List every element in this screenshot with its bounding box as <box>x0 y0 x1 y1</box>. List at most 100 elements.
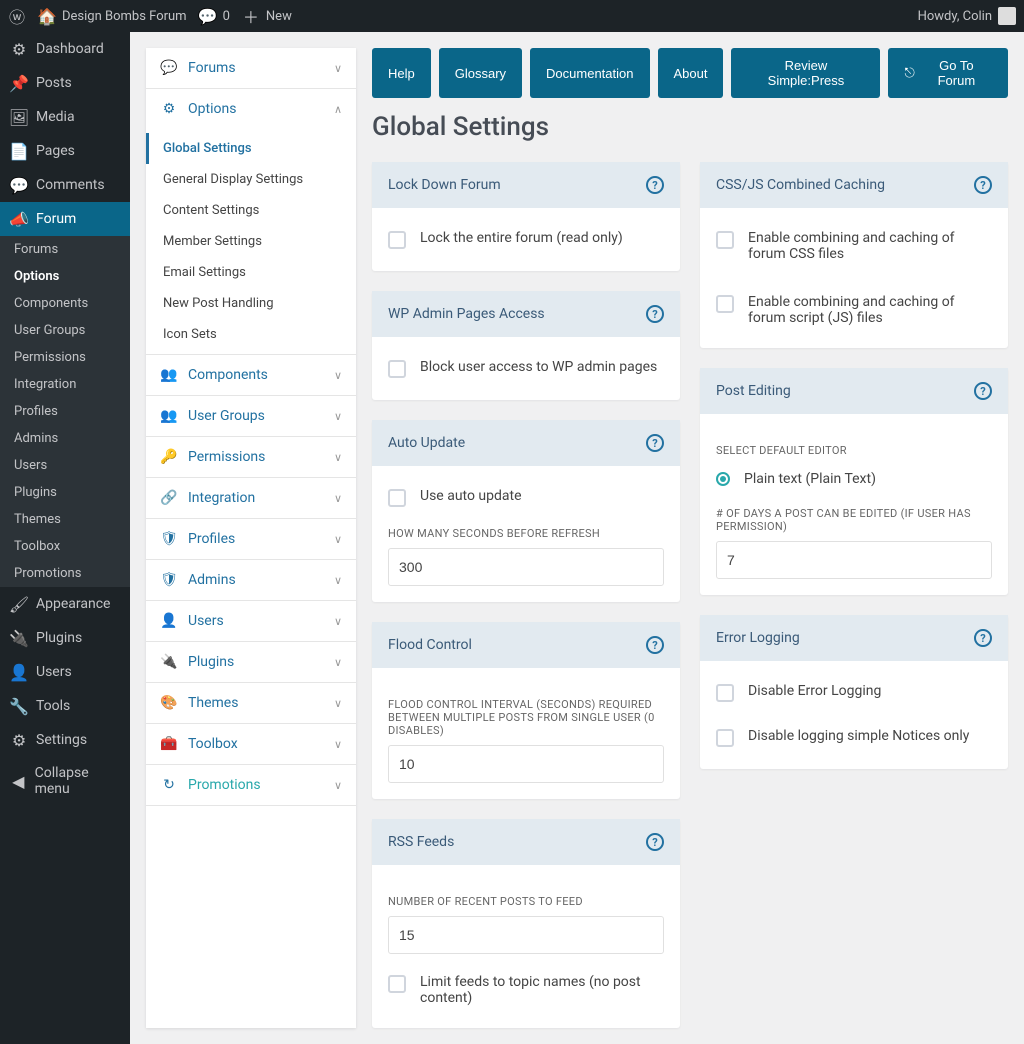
comments-icon: 💬 <box>10 176 28 194</box>
wp-menu-comments[interactable]: 💬Comments <box>0 168 130 202</box>
forum-nav-item-content-settings[interactable]: Content Settings <box>146 195 356 226</box>
autoupdate-checkbox[interactable] <box>388 489 406 507</box>
wp-submenu-themes[interactable]: Themes <box>0 506 130 533</box>
forum-nav-item-new-post-handling[interactable]: New Post Handling <box>146 288 356 319</box>
components-icon: 👥 <box>160 367 178 383</box>
rss-count-input[interactable] <box>388 916 664 954</box>
forum-nav-item-global-settings[interactable]: Global Settings <box>146 133 356 164</box>
wp-submenu-user-groups[interactable]: User Groups <box>0 317 130 344</box>
forum-nav-profiles[interactable]: 🛡Profiles∨ <box>146 519 356 559</box>
combine-css-checkbox[interactable] <box>716 231 734 249</box>
wp-menu-collapse-menu[interactable]: ◀Collapse menu <box>0 757 130 805</box>
wp-logo[interactable]: ⓦ <box>8 7 26 25</box>
disable-notices-checkbox[interactable] <box>716 729 734 747</box>
site-name-link[interactable]: 🏠Design Bombs Forum <box>38 7 187 25</box>
about-button[interactable]: About <box>658 48 724 98</box>
autoupdate-label: Use auto update <box>420 488 522 504</box>
go-to-forum-button[interactable]: ⎋ Go To Forum <box>888 48 1008 98</box>
howdy-label: Howdy, Colin <box>918 9 992 24</box>
collapse-menu-icon: ◀ <box>10 772 27 790</box>
review-simple-press-button[interactable]: Review Simple:Press <box>731 48 880 98</box>
forum-nav-item-general-display-settings[interactable]: General Display Settings <box>146 164 356 195</box>
chevron-icon: ∨ <box>334 533 342 546</box>
integration-icon: 🔗 <box>160 490 178 506</box>
lock-forum-checkbox[interactable] <box>388 231 406 249</box>
forum-nav-users[interactable]: 👤Users∨ <box>146 601 356 641</box>
external-link-icon: ⎋ <box>904 65 914 81</box>
forum-nav-admins[interactable]: 🛡Admins∨ <box>146 560 356 600</box>
chevron-icon: ∨ <box>334 369 342 382</box>
themes-icon: 🎨 <box>160 695 178 711</box>
wp-submenu-toolbox[interactable]: Toolbox <box>0 533 130 560</box>
forum-nav-plugins[interactable]: 🔌Plugins∨ <box>146 642 356 682</box>
card-title: RSS Feeds <box>388 834 454 850</box>
wp-menu-plugins[interactable]: 🔌Plugins <box>0 621 130 655</box>
forum-nav-themes[interactable]: 🎨Themes∨ <box>146 683 356 723</box>
forum-nav-item-member-settings[interactable]: Member Settings <box>146 226 356 257</box>
help-icon[interactable]: ? <box>646 636 664 654</box>
wp-menu-posts[interactable]: 📌Posts <box>0 66 130 100</box>
forum-nav-item-icon-sets[interactable]: Icon Sets <box>146 319 356 350</box>
wp-menu-settings[interactable]: ⚙Settings <box>0 723 130 757</box>
wp-submenu-users[interactable]: Users <box>0 452 130 479</box>
flood-interval-input[interactable] <box>388 745 664 783</box>
wp-submenu-profiles[interactable]: Profiles <box>0 398 130 425</box>
disable-errorlog-checkbox[interactable] <box>716 684 734 702</box>
documentation-button[interactable]: Documentation <box>530 48 649 98</box>
help-icon[interactable]: ? <box>646 176 664 194</box>
refresh-seconds-label: HOW MANY SECONDS BEFORE REFRESH <box>388 527 664 540</box>
comments-link[interactable]: 💬0 <box>199 7 230 25</box>
help-icon[interactable]: ? <box>646 833 664 851</box>
forum-nav-promotions[interactable]: ↻Promotions∨ <box>146 765 356 805</box>
refresh-seconds-input[interactable] <box>388 548 664 586</box>
wp-sidebar: ⚙Dashboard📌Posts🖼Media📄Pages💬Comments📣Fo… <box>0 32 130 1044</box>
wp-submenu-components[interactable]: Components <box>0 290 130 317</box>
help-icon[interactable]: ? <box>646 305 664 323</box>
wp-menu-label: Settings <box>36 732 87 748</box>
forum-nav-permissions[interactable]: 🔑Permissions∨ <box>146 437 356 477</box>
rss-limit-checkbox[interactable] <box>388 975 406 993</box>
glossary-button[interactable]: Glossary <box>439 48 522 98</box>
help-icon[interactable]: ? <box>974 176 992 194</box>
wp-menu-label: Appearance <box>36 596 110 612</box>
editor-plaintext-radio[interactable] <box>716 472 730 486</box>
wp-submenu-promotions[interactable]: Promotions <box>0 560 130 587</box>
help-button[interactable]: Help <box>372 48 431 98</box>
wp-menu-users[interactable]: 👤Users <box>0 655 130 689</box>
posts-icon: 📌 <box>10 74 28 92</box>
wp-menu-appearance[interactable]: 🖌Appearance <box>0 587 130 621</box>
help-icon[interactable]: ? <box>974 382 992 400</box>
forum-nav-options[interactable]: ⚙Options∧ <box>146 89 356 129</box>
wp-submenu-plugins[interactable]: Plugins <box>0 479 130 506</box>
chevron-icon: ∨ <box>334 656 342 669</box>
wp-submenu-options[interactable]: Options <box>0 263 130 290</box>
howdy-link[interactable]: Howdy, Colin <box>918 7 1016 25</box>
edit-days-input[interactable] <box>716 541 992 579</box>
forum-nav-components[interactable]: 👥Components∨ <box>146 355 356 395</box>
forum-nav-forums[interactable]: 💬Forums∨ <box>146 48 356 88</box>
wp-submenu-integration[interactable]: Integration <box>0 371 130 398</box>
wp-submenu-permissions[interactable]: Permissions <box>0 344 130 371</box>
combine-js-checkbox[interactable] <box>716 295 734 313</box>
forum-nav-integration[interactable]: 🔗Integration∨ <box>146 478 356 518</box>
wp-submenu-forums[interactable]: Forums <box>0 236 130 263</box>
wp-menu-label: Tools <box>36 698 70 714</box>
forum-nav-user-groups[interactable]: 👥User Groups∨ <box>146 396 356 436</box>
chevron-icon: ∨ <box>334 615 342 628</box>
help-icon[interactable]: ? <box>974 629 992 647</box>
wp-submenu-admins[interactable]: Admins <box>0 425 130 452</box>
forum-nav-item-email-settings[interactable]: Email Settings <box>146 257 356 288</box>
wp-menu-forum[interactable]: 📣Forum <box>0 202 130 236</box>
wp-menu-dashboard[interactable]: ⚙Dashboard <box>0 32 130 66</box>
top-actions: HelpGlossaryDocumentationAboutReview Sim… <box>372 48 1008 98</box>
new-link[interactable]: ＋New <box>242 7 292 25</box>
forum-nav-toolbox[interactable]: 🧰Toolbox∨ <box>146 724 356 764</box>
block-wpadmin-checkbox[interactable] <box>388 360 406 378</box>
wp-menu-pages[interactable]: 📄Pages <box>0 134 130 168</box>
go-to-forum-label: Go To Forum <box>921 58 992 88</box>
dashboard-icon: ⚙ <box>10 40 28 58</box>
wp-menu-tools[interactable]: 🔧Tools <box>0 689 130 723</box>
help-icon[interactable]: ? <box>646 434 664 452</box>
wp-menu-media[interactable]: 🖼Media <box>0 100 130 134</box>
forum-nav-label: Plugins <box>188 654 234 670</box>
